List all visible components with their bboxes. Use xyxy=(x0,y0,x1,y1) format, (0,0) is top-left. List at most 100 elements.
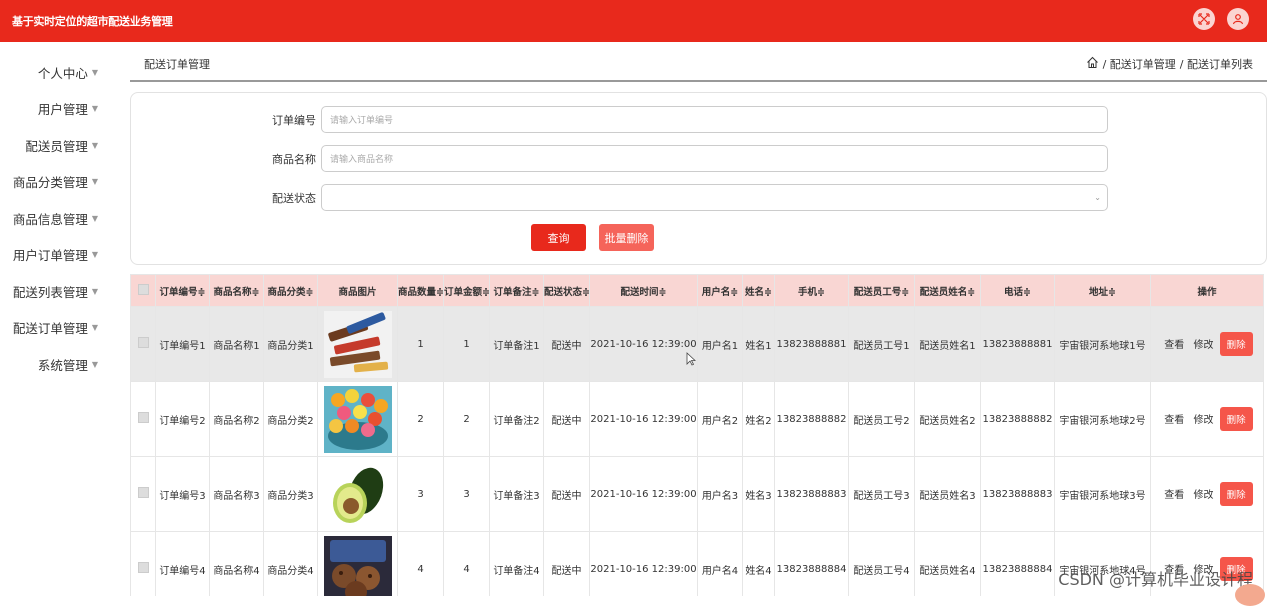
name-cell: 姓名1 xyxy=(743,307,775,382)
app-title: 基于实时定位的超市配送业务管理 xyxy=(12,13,173,29)
product-name-label: 商品名称 xyxy=(131,151,321,167)
column-header[interactable]: 订单备注≑ xyxy=(490,275,544,307)
sidebar-item-delivery-orders[interactable]: 配送订单管理▼ xyxy=(0,310,120,347)
table-row: 订单编号2 商品名称2 商品分类2 xyxy=(131,382,1264,457)
actions-cell: 查看 修改 删除 xyxy=(1151,457,1264,532)
column-header[interactable]: 电话≑ xyxy=(981,275,1055,307)
orders-table: 订单编号≑ 商品名称≑ 商品分类≑ 商品图片 商品数量≑ 订单金额≑ 订单备注≑… xyxy=(130,274,1267,596)
sidebar-item-user-management[interactable]: 用户管理▼ xyxy=(0,91,120,128)
status-cell: 配送中 xyxy=(544,382,590,457)
query-button[interactable]: 查询 xyxy=(531,224,586,251)
view-link[interactable]: 查看 xyxy=(1164,411,1184,426)
name-cell: 姓名3 xyxy=(743,457,775,532)
order-no-label: 订单编号 xyxy=(131,112,321,128)
address-cell: 宇宙银河系地球2号 xyxy=(1055,382,1151,457)
phone-cell: 13823888884 xyxy=(775,532,849,597)
amount-cell: 4 xyxy=(444,532,490,597)
sidebar-item-label: 配送订单管理 xyxy=(13,318,88,337)
status-select[interactable]: ⌄ xyxy=(321,184,1108,211)
column-header[interactable]: 商品名称≑ xyxy=(210,275,264,307)
column-header[interactable]: 配送员工号≑ xyxy=(849,275,915,307)
quantity-cell: 1 xyxy=(398,307,444,382)
home-icon[interactable] xyxy=(1086,56,1099,72)
product-image-cell xyxy=(318,532,398,597)
row-checkbox[interactable] xyxy=(131,532,156,597)
sidebar-item-delivery-list[interactable]: 配送列表管理▼ xyxy=(0,273,120,310)
column-header[interactable]: 商品数量≑ xyxy=(398,275,444,307)
row-checkbox[interactable] xyxy=(131,457,156,532)
delete-button[interactable]: 删除 xyxy=(1220,482,1253,506)
column-header[interactable]: 订单编号≑ xyxy=(156,275,210,307)
sidebar-item-personal-center[interactable]: 个人中心▼ xyxy=(0,54,120,91)
courier-name-cell: 配送员姓名1 xyxy=(915,307,981,382)
product-name-input[interactable]: 请输入商品名称 xyxy=(321,145,1108,172)
column-header[interactable]: 配送状态≑ xyxy=(544,275,590,307)
product-name-cell: 商品名称3 xyxy=(210,457,264,532)
sidebar-item-courier-management[interactable]: 配送员管理▼ xyxy=(0,127,120,164)
column-header[interactable]: 配送员姓名≑ xyxy=(915,275,981,307)
edit-link[interactable]: 修改 xyxy=(1193,486,1213,501)
delivery-time-cell: 2021-10-16 12:39:00 xyxy=(590,382,698,457)
sidebar-item-user-orders[interactable]: 用户订单管理▼ xyxy=(0,237,120,274)
delete-button[interactable]: 删除 xyxy=(1220,407,1253,431)
row-checkbox[interactable] xyxy=(131,307,156,382)
watermark: CSDN @计算机毕业设计程 xyxy=(1058,566,1253,590)
order-no-input[interactable]: 请输入订单编号 xyxy=(321,106,1108,133)
address-cell: 宇宙银河系地球1号 xyxy=(1055,307,1151,382)
sidebar-item-label: 配送员管理 xyxy=(25,136,88,155)
order-no-cell: 订单编号1 xyxy=(156,307,210,382)
sidebar-item-product-management[interactable]: 商品信息管理▼ xyxy=(0,200,120,237)
batch-delete-button[interactable]: 批量删除 xyxy=(599,224,654,251)
edit-link[interactable]: 修改 xyxy=(1193,411,1213,426)
column-header: 商品图片 xyxy=(318,275,398,307)
view-link[interactable]: 查看 xyxy=(1164,486,1184,501)
amount-cell: 2 xyxy=(444,382,490,457)
quantity-cell: 2 xyxy=(398,382,444,457)
table-row: 订单编号3 商品名称3 商品分类3 3 3 xyxy=(131,457,1264,532)
tel-cell: 13823888884 xyxy=(981,532,1055,597)
column-header[interactable]: 配送时间≑ xyxy=(590,275,698,307)
category-cell: 商品分类1 xyxy=(264,307,318,382)
courier-no-cell: 配送员工号1 xyxy=(849,307,915,382)
row-checkbox[interactable] xyxy=(131,382,156,457)
column-header: 操作 xyxy=(1151,275,1264,307)
quantity-cell: 4 xyxy=(398,532,444,597)
order-no-cell: 订单编号3 xyxy=(156,457,210,532)
user-avatar-icon[interactable] xyxy=(1227,8,1249,30)
sidebar-item-category-management[interactable]: 商品分类管理▼ xyxy=(0,164,120,201)
actions-cell: 查看 修改 删除 xyxy=(1151,382,1264,457)
column-header[interactable]: 地址≑ xyxy=(1055,275,1151,307)
courier-no-cell: 配送员工号3 xyxy=(849,457,915,532)
sidebar-item-system-management[interactable]: 系统管理▼ xyxy=(0,346,120,383)
category-cell: 商品分类3 xyxy=(264,457,318,532)
status-cell: 配送中 xyxy=(544,307,590,382)
tel-cell: 13823888883 xyxy=(981,457,1055,532)
username-cell: 用户名2 xyxy=(698,382,743,457)
table-header-row: 订单编号≑ 商品名称≑ 商品分类≑ 商品图片 商品数量≑ 订单金额≑ 订单备注≑… xyxy=(131,275,1264,307)
sidebar-item-label: 用户管理 xyxy=(38,99,88,118)
fullscreen-icon[interactable] xyxy=(1193,8,1215,30)
sidebar-item-label: 个人中心 xyxy=(38,63,88,82)
edit-link[interactable]: 修改 xyxy=(1193,336,1213,351)
select-all-checkbox[interactable] xyxy=(131,275,156,307)
courier-name-cell: 配送员姓名4 xyxy=(915,532,981,597)
chevron-down-icon: ▼ xyxy=(92,360,98,369)
order-no-cell: 订单编号4 xyxy=(156,532,210,597)
username-cell: 用户名1 xyxy=(698,307,743,382)
remark-cell: 订单备注3 xyxy=(490,457,544,532)
delete-button[interactable]: 删除 xyxy=(1220,332,1253,356)
chevron-down-icon: ⌄ xyxy=(1094,193,1101,202)
table-row: 订单编号1 商品名称1 商品分类1 1 xyxy=(131,307,1264,382)
breadcrumb-item[interactable]: / 配送订单管理 xyxy=(1103,56,1176,72)
column-header[interactable]: 用户名≑ xyxy=(698,275,743,307)
product-image-cell xyxy=(318,457,398,532)
column-header[interactable]: 手机≑ xyxy=(775,275,849,307)
column-header[interactable]: 订单金额≑ xyxy=(444,275,490,307)
name-cell: 姓名4 xyxy=(743,532,775,597)
view-link[interactable]: 查看 xyxy=(1164,336,1184,351)
sidebar-item-label: 用户订单管理 xyxy=(13,245,88,264)
column-header[interactable]: 姓名≑ xyxy=(743,275,775,307)
tel-cell: 13823888882 xyxy=(981,382,1055,457)
column-header[interactable]: 商品分类≑ xyxy=(264,275,318,307)
actions-cell: 查看 修改 删除 xyxy=(1151,307,1264,382)
